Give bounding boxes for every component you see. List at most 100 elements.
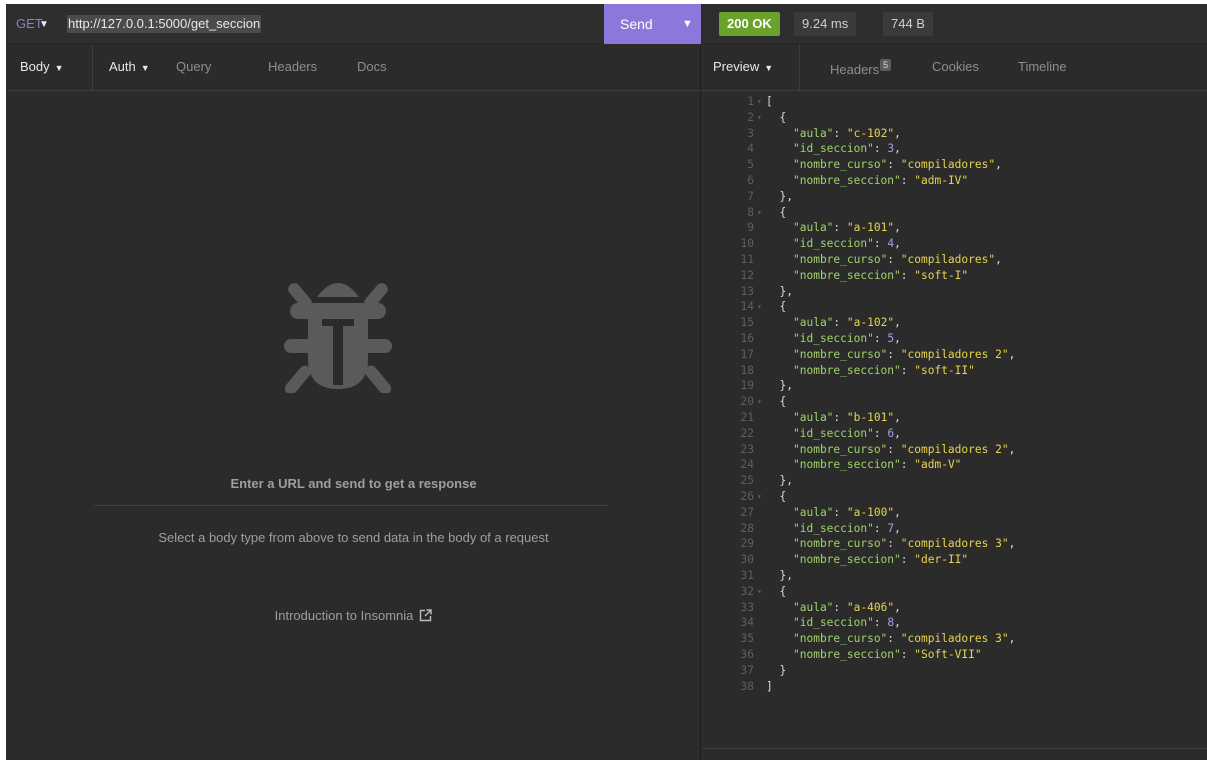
json-string: "a-101" (846, 221, 895, 235)
json-punct: : (887, 442, 901, 456)
json-key: "nombre_seccion" (793, 648, 901, 661)
response-time: 9.24 ms (794, 12, 857, 36)
json-key: "nombre_curso" (793, 537, 888, 551)
code-text: "id_seccion": 5, (793, 331, 901, 347)
line-number: 2 (747, 110, 754, 124)
code-line: 7}, (702, 189, 1207, 205)
caret-down-icon[interactable]: ▼ (682, 16, 693, 32)
code-text: "nombre_curso": "compiladores 2", (793, 347, 1015, 363)
code-text: "aula": "a-102", (793, 315, 901, 331)
fold-toggle-icon[interactable]: ▾ (757, 489, 767, 505)
json-punct: , (894, 316, 901, 330)
json-punct: : (833, 505, 847, 519)
json-key: "nombre_seccion" (793, 363, 901, 377)
caret-down-icon: ▼ (140, 63, 150, 73)
json-key: "id_seccion" (793, 332, 874, 345)
empty-state-hint: Select a body type from above to send da… (158, 530, 549, 545)
line-number: 31 (740, 569, 754, 582)
response-size: 744 B (883, 12, 933, 36)
tab-headers[interactable]: Headers (268, 59, 317, 75)
code-text: "nombre_seccion": "soft-II" (793, 363, 975, 379)
json-punct: } (779, 663, 787, 677)
code-text: }, (780, 473, 793, 489)
tab-response-headers[interactable]: Headers 5 (830, 59, 892, 78)
code-text: "nombre_seccion": "Soft-VII" (793, 647, 982, 663)
line-number: 5 (747, 158, 754, 172)
code-text: "id_seccion": 6, (793, 426, 901, 442)
fold-toggle-icon[interactable]: ▾ (757, 205, 767, 221)
json-punct: : (833, 316, 847, 330)
json-string: "compiladores 3" (900, 537, 1009, 551)
status-badge: 200 OK (719, 12, 780, 36)
json-viewer[interactable]: 1 ▾[2 ▾{3 "aula": "c-102", 4 "id_seccion": 3,… (702, 92, 1207, 754)
tab-timeline[interactable]: Timeline (1018, 59, 1067, 75)
json-key: "aula" (793, 600, 834, 614)
fold-toggle-icon[interactable]: ▾ (757, 299, 767, 315)
fold-toggle-icon[interactable]: ▾ (757, 110, 767, 126)
code-text: { (780, 299, 787, 315)
json-punct: }, (779, 189, 793, 203)
fold-toggle-icon[interactable]: ▾ (757, 584, 767, 600)
code-text: "aula": "a-101", (793, 220, 901, 236)
json-punct: : (833, 600, 847, 614)
json-key: "nombre_seccion" (793, 174, 901, 187)
code-line: 18 "nombre_seccion": "soft-II" (702, 363, 1207, 379)
intro-link-label: Introduction to Insomnia (274, 608, 414, 623)
fold-toggle-icon[interactable]: ▾ (757, 394, 767, 410)
code-line: 33 "aula": "a-406", (702, 600, 1207, 616)
json-key: "nombre_curso" (793, 442, 888, 456)
json-punct: : (887, 632, 901, 646)
json-punct: { (779, 584, 787, 598)
intro-link[interactable]: Introduction to Insomnia (6, 608, 701, 623)
line-number: 24 (740, 458, 754, 472)
json-punct: }, (779, 284, 793, 298)
code-text: { (780, 110, 787, 126)
code-text: "aula": "a-100", (793, 505, 901, 521)
json-punct: , (995, 253, 1002, 266)
json-punct: }, (779, 569, 793, 582)
json-key: "nombre_curso" (793, 632, 888, 646)
json-string: "soft-I" (914, 268, 969, 282)
json-punct: , (894, 600, 901, 614)
tab-auth[interactable]: Auth ▼ (109, 59, 150, 76)
line-number: 23 (740, 442, 754, 456)
line-number: 16 (740, 332, 754, 345)
code-text: "nombre_curso": "compiladores 2", (793, 442, 1015, 458)
json-punct: : (887, 537, 901, 551)
code-line: 31}, (702, 568, 1207, 584)
send-button[interactable]: Send ▼ (604, 4, 701, 44)
line-number: 33 (740, 600, 754, 614)
line-number: 12 (740, 268, 754, 282)
tab-preview[interactable]: Preview ▼ (713, 59, 773, 76)
caret-down-icon: ▼ (54, 63, 64, 73)
code-line: 24 "nombre_seccion": "adm-V" (702, 457, 1207, 473)
tab-query[interactable]: Query (176, 59, 211, 75)
bug-icon (284, 283, 392, 393)
json-key: "id_seccion" (793, 142, 874, 156)
code-text: { (780, 584, 787, 600)
line-number: 7 (747, 189, 754, 203)
divider (702, 748, 1207, 749)
caret-down-icon[interactable]: ▼ (39, 15, 49, 35)
json-punct: : (900, 174, 915, 187)
json-punct: , (894, 221, 901, 235)
json-punct: { (779, 490, 787, 503)
json-punct: { (779, 300, 787, 314)
json-key: "id_seccion" (793, 237, 874, 251)
code-text: [ (766, 94, 773, 110)
code-line: 8 ▾ { (702, 205, 1207, 221)
code-line: 5 "nombre_curso": "compiladores", (702, 157, 1207, 173)
url-input[interactable]: http://127.0.0.1:5000/get_seccion (67, 15, 262, 33)
url-bar: GET ▼ http://127.0.0.1:5000/get_seccion … (6, 4, 701, 44)
code-text: "aula": "c-102", (793, 126, 901, 142)
request-tabs: Body ▼ Auth ▼ Query Headers Docs (6, 45, 701, 91)
line-number: 27 (740, 505, 754, 519)
json-key: "id_seccion" (793, 616, 874, 630)
tab-body[interactable]: Body ▼ (20, 59, 64, 76)
code-line: 2 ▾ { (702, 110, 1207, 126)
tab-docs[interactable]: Docs (357, 59, 387, 75)
insomnia-window: GET ▼ http://127.0.0.1:5000/get_seccion … (6, 4, 1207, 760)
json-string: "a-100" (846, 505, 895, 519)
json-key: "aula" (793, 316, 834, 330)
tab-cookies[interactable]: Cookies (932, 59, 979, 75)
